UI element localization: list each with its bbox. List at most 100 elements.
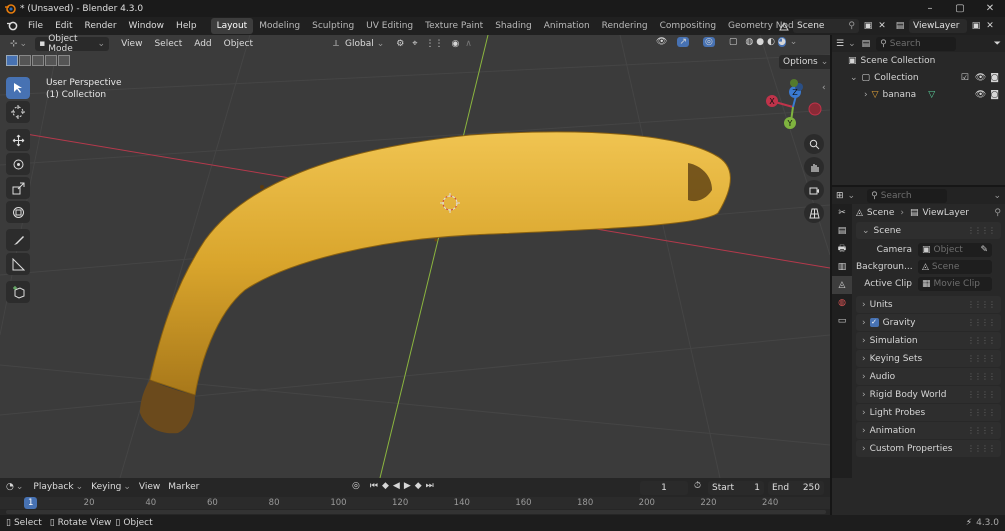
scene-selector[interactable]: Scene ⚲	[793, 19, 859, 33]
tab-texture-paint[interactable]: Texture Paint	[419, 18, 489, 34]
eyedropper-icon[interactable]: ✎	[980, 245, 988, 255]
move-tool[interactable]	[6, 129, 30, 151]
panel-custom-properties-header[interactable]: › Custom Properties ⋮⋮⋮⋮	[856, 440, 1001, 457]
drag-handle-icon[interactable]: ⋮⋮⋮⋮	[967, 318, 996, 327]
xray-icon[interactable]: ▢	[729, 37, 738, 47]
start-frame-field[interactable]: Start 1	[708, 481, 764, 495]
active-clip-field[interactable]: ▦ Movie Clip	[918, 276, 992, 291]
panel-gravity-header[interactable]: › ✓ Gravity ⋮⋮⋮⋮	[856, 314, 1001, 331]
banana-object[interactable]	[140, 131, 731, 434]
visibility-icon[interactable]: 👁	[656, 37, 667, 47]
mesh-data-icon[interactable]: ▽	[928, 90, 935, 100]
tab-animation[interactable]: Animation	[538, 18, 596, 34]
panel-audio-header[interactable]: › Audio ⋮⋮⋮⋮	[856, 368, 1001, 385]
pivot-icon[interactable]: ⚙	[396, 39, 404, 49]
prev-keyframe-icon[interactable]: ◆	[382, 481, 389, 491]
select-intersect-icon[interactable]	[58, 55, 70, 66]
current-frame-marker[interactable]: 1	[24, 497, 38, 509]
tool-tab-icon[interactable]: ✂	[832, 204, 852, 222]
display-mode-icon[interactable]: ▤	[862, 39, 871, 49]
chevron-down-icon[interactable]: ⌄	[848, 39, 856, 49]
eye-icon[interactable]: 👁	[975, 90, 986, 100]
minimize-button[interactable]: –	[915, 0, 945, 17]
new-scene-icon[interactable]: ▣	[862, 20, 874, 32]
current-frame-field[interactable]: 1	[640, 481, 688, 495]
frame-ruler[interactable]: 1 20 40 60 80 100 120 140 160 180 200 220 240	[0, 497, 830, 509]
drag-handle-icon[interactable]: ⋮⋮⋮⋮	[967, 372, 996, 381]
wireframe-shading-icon[interactable]: ◍	[745, 37, 753, 47]
properties-search-input[interactable]: ⚲ Search	[867, 188, 948, 203]
chevron-down-icon[interactable]: ⌄	[16, 482, 24, 492]
output-tab-icon[interactable]: 🖶	[832, 240, 852, 258]
outliner-search-input[interactable]: ⚲ Search	[876, 36, 957, 51]
new-viewlayer-icon[interactable]: ▣	[970, 20, 982, 32]
drag-handle-icon[interactable]: ⋮⋮⋮⋮	[967, 226, 996, 235]
drag-handle-icon[interactable]: ⋮⋮⋮⋮	[967, 426, 996, 435]
sidebar-toggle-icon[interactable]: ‹	[822, 83, 826, 93]
drag-handle-icon[interactable]: ⋮⋮⋮⋮	[967, 300, 996, 309]
gravity-checkbox[interactable]: ✓	[869, 318, 879, 327]
select-subtract-icon[interactable]	[32, 55, 44, 66]
viewport-menu-view[interactable]: View	[115, 35, 148, 53]
measure-tool[interactable]	[6, 253, 30, 275]
rendered-shading-icon[interactable]: ◕	[777, 37, 786, 47]
editor-type-button[interactable]: ⊹ ⌄	[6, 37, 31, 51]
tab-layout[interactable]: Layout	[210, 18, 254, 34]
remove-viewlayer-icon[interactable]: ✕	[984, 20, 996, 32]
perspective-grid-icon[interactable]	[804, 203, 824, 223]
outliner-row-scene-collection[interactable]: ▣ Scene Collection	[832, 52, 1005, 69]
scene-tab-icon[interactable]: ◬	[832, 276, 852, 294]
menu-help[interactable]: Help	[170, 17, 203, 35]
tab-rendering[interactable]: Rendering	[596, 18, 654, 34]
3d-viewport[interactable]: X Y Z User Perspective (1) Collection Op…	[0, 35, 830, 478]
menu-render[interactable]: Render	[79, 17, 123, 35]
blender-menu-icon[interactable]	[6, 20, 18, 32]
camera-view-icon[interactable]	[804, 180, 824, 200]
rotate-tool[interactable]	[6, 153, 30, 175]
jump-end-icon[interactable]: ⏭	[426, 481, 434, 491]
drag-handle-icon[interactable]: ⋮⋮⋮⋮	[967, 354, 996, 363]
remove-scene-icon[interactable]: ✕	[876, 20, 888, 32]
mode-dropdown[interactable]: ▪ Object Mode ⌄	[35, 34, 110, 54]
cursor-tool[interactable]	[6, 101, 30, 123]
gizmo-toggle-icon[interactable]: ↗	[677, 37, 689, 47]
drag-handle-icon[interactable]: ⋮⋮⋮⋮	[967, 336, 996, 345]
chevron-down-icon[interactable]: ⌄	[993, 191, 1001, 201]
select-extend-icon[interactable]	[19, 55, 31, 66]
filter-icon[interactable]: ⏷	[994, 39, 1001, 49]
panel-units-header[interactable]: › Units ⋮⋮⋮⋮	[856, 296, 1001, 313]
end-frame-field[interactable]: End 250	[768, 481, 824, 495]
transform-tool[interactable]	[6, 201, 30, 223]
camera-icon[interactable]: ◙	[990, 73, 999, 83]
maximize-button[interactable]: ▢	[945, 0, 975, 17]
tab-compositing[interactable]: Compositing	[654, 18, 722, 34]
select-box-tool[interactable]	[6, 77, 30, 99]
world-tab-icon[interactable]: ◍	[832, 294, 852, 312]
material-shading-icon[interactable]: ◐	[767, 37, 775, 47]
panel-scene-header[interactable]: ⌄ Scene ⋮⋮⋮⋮	[856, 222, 1001, 239]
eye-icon[interactable]: 👁	[975, 73, 986, 83]
timeline-editor-icon[interactable]: ◔	[6, 482, 14, 492]
close-button[interactable]: ✕	[975, 0, 1005, 17]
expand-chevron-icon[interactable]: ›	[864, 90, 868, 100]
tab-sculpting[interactable]: Sculpting	[306, 18, 360, 34]
overlay-toggle-icon[interactable]: ◎	[702, 37, 715, 47]
timeline-menu-playback[interactable]: Playback ⌄	[29, 478, 87, 496]
viewport-menu-object[interactable]: Object	[218, 35, 259, 53]
snap-icon[interactable]: ⌖	[412, 39, 417, 49]
timeline-scrollbar[interactable]	[6, 510, 826, 514]
collection-tab-icon[interactable]: ▭	[832, 312, 852, 330]
panel-light-probes-header[interactable]: › Light Probes ⋮⋮⋮⋮	[856, 404, 1001, 421]
pin-icon[interactable]: ⚲	[994, 208, 1001, 218]
tab-modeling[interactable]: Modeling	[253, 18, 306, 34]
tab-shading[interactable]: Shading	[489, 18, 538, 34]
timeline-menu-marker[interactable]: Marker	[164, 478, 203, 496]
panel-keying-sets-header[interactable]: › Keying Sets ⋮⋮⋮⋮	[856, 350, 1001, 367]
panel-simulation-header[interactable]: › Simulation ⋮⋮⋮⋮	[856, 332, 1001, 349]
pan-hand-icon[interactable]	[804, 157, 824, 177]
viewport-menu-add[interactable]: Add	[188, 35, 217, 53]
auto-keying-icon[interactable]: ◎	[352, 481, 360, 491]
play-icon[interactable]: ▶	[404, 481, 411, 491]
options-dropdown[interactable]: Options ⌄	[779, 55, 830, 69]
proportional-edit-icon[interactable]: ◉	[451, 39, 459, 49]
